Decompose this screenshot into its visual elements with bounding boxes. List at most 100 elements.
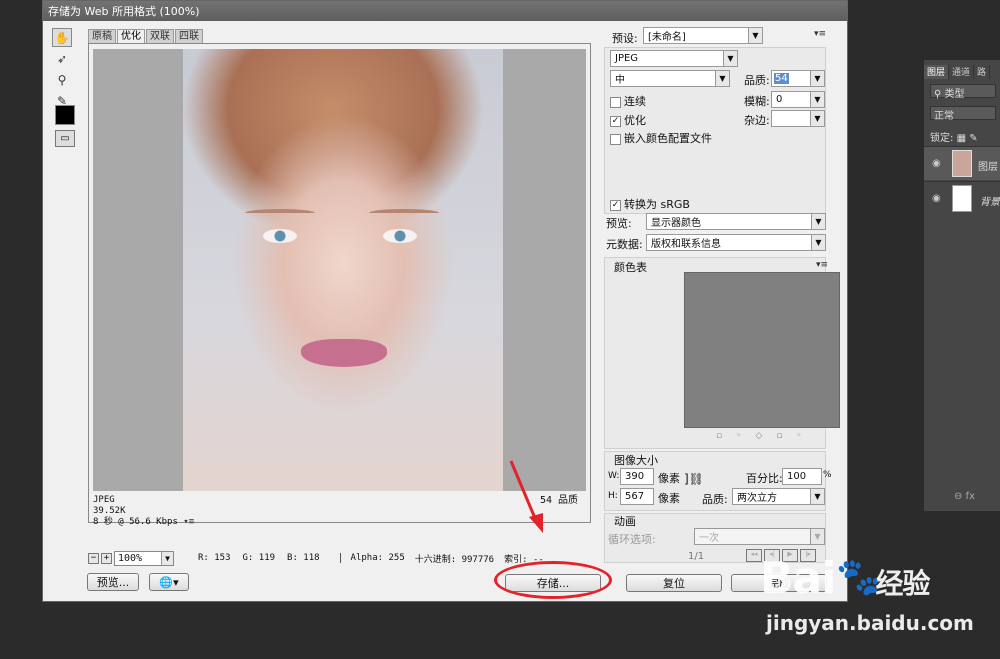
chevron-down-icon: ▼ [810, 71, 824, 86]
metadata-select[interactable]: 版权和联系信息 ▼ [646, 234, 826, 251]
progressive-checkbox[interactable]: 连续 [610, 93, 646, 109]
tab-2up[interactable]: 双联 [146, 29, 174, 43]
alpha-value: Alpha: 255 [339, 553, 405, 563]
baidu-paw-icon: 🐾 [836, 557, 881, 598]
chevron-down-icon: ▼ [161, 551, 173, 565]
quality-level-select[interactable]: 中 ▼ [610, 70, 730, 87]
quality-label: 品质: [744, 74, 770, 87]
left-eyebrow [245, 209, 315, 217]
hex-value: 十六进制: 997776 [414, 554, 495, 565]
layer-thumbnail [952, 150, 972, 177]
tab-channels[interactable]: 通道 [949, 65, 975, 79]
preview-canvas[interactable] [93, 49, 586, 491]
percent-sign: % [823, 470, 832, 480]
save-highlight-circle [494, 561, 612, 599]
layer-thumbnail [952, 185, 972, 212]
frame-counter: 1/1 [688, 551, 705, 562]
eye-icon[interactable]: ◉ [932, 193, 941, 204]
optimized-checkbox[interactable]: ✓ 优化 [610, 112, 646, 128]
width-unit: 像素 [658, 472, 680, 485]
blend-mode-select[interactable]: 正常 [930, 106, 996, 122]
portrait-photo [183, 49, 503, 491]
tab-paths[interactable]: 路 [974, 65, 991, 79]
browser-icon: 🌐▾ [159, 575, 179, 589]
zoom-tool-icon[interactable]: ⚲ [52, 70, 72, 89]
hand-tool-icon[interactable]: ✋ [52, 28, 72, 47]
red-value: R: 153 [198, 553, 231, 563]
height-input[interactable]: 567 [620, 488, 654, 505]
percent-input[interactable]: 100 [782, 468, 822, 485]
percent-label: 百分比: [746, 472, 783, 485]
preview-label: 预览: [606, 217, 632, 230]
format-select[interactable]: JPEG ▼ [610, 50, 738, 67]
reset-button[interactable]: 复位 [626, 574, 722, 592]
layers-panel-tabs: 图层 通道 路 [924, 65, 991, 79]
zoom-in-button[interactable]: + [101, 552, 112, 564]
tab-layers[interactable]: 图层 [924, 65, 950, 79]
eye-icon[interactable]: ◉ [932, 158, 941, 169]
preview-button[interactable]: 预览... [87, 573, 139, 591]
matte-label: 杂边: [744, 114, 770, 127]
zoom-out-button[interactable]: − [88, 552, 99, 564]
save-for-web-dialog: 存储为 Web 所用格式 (100%) ✋ ➶ ⚲ ✎ ▭ 原稿 优化 双联 四… [42, 0, 848, 602]
chevron-down-icon: ▼ [810, 489, 824, 504]
resample-label: 品质: [702, 493, 728, 506]
layer-footer-icons[interactable]: ⊖ fx [954, 491, 975, 502]
toggle-slices-visibility-icon[interactable]: ▭ [55, 130, 75, 147]
layer-filter-select[interactable]: ⚲ 类型 [930, 84, 996, 100]
lips [301, 339, 387, 367]
eyedropper-color-swatch[interactable] [55, 105, 75, 125]
preset-select[interactable]: [未命名] ▼ [643, 27, 763, 44]
resample-select[interactable]: 两次立方 ▼ [732, 488, 825, 505]
right-eye [383, 229, 417, 243]
blue-value: B: 118 [287, 553, 320, 563]
link-chain-icon[interactable]: ]⛓ [684, 472, 704, 486]
tab-original[interactable]: 原稿 [88, 29, 116, 43]
slice-select-tool-icon[interactable]: ➶ [52, 49, 72, 68]
convert-srgb-checkbox[interactable]: ✓ 转换为 sRGB [610, 196, 690, 212]
preview-color-select[interactable]: 显示器颜色 ▼ [646, 213, 826, 230]
layer-row-1[interactable]: ◉ 图层 [924, 146, 1000, 180]
color-table-menu-icon[interactable]: ▾≡ [816, 260, 828, 270]
tab-optimized[interactable]: 优化 [117, 29, 145, 43]
checkmark-icon: ✓ [610, 115, 621, 127]
chevron-down-icon: ▼ [723, 51, 737, 66]
chevron-down-icon: ▼ [811, 235, 825, 250]
color-table-tools-icon[interactable]: ▫◦◇▫◦ [716, 431, 836, 441]
matte-select[interactable]: ▼ [771, 110, 825, 127]
width-label: W: [608, 471, 620, 481]
chevron-down-icon: ▼ [810, 529, 824, 544]
chevron-down-icon: ▼ [715, 71, 729, 86]
color-table-title: 颜色表 [614, 261, 647, 274]
image-size-title: 图像大小 [614, 454, 658, 467]
chevron-down-icon: ▼ [748, 28, 762, 43]
preset-label: 预设: [612, 32, 638, 45]
tool-column: ✋ ➶ ⚲ ✎ [52, 28, 74, 112]
embed-profile-checkbox[interactable]: 嵌入颜色配置文件 [610, 130, 712, 146]
height-unit: 像素 [658, 492, 680, 505]
tab-4up[interactable]: 四联 [175, 29, 203, 43]
blur-input[interactable]: 0 ▼ [771, 91, 825, 108]
width-input[interactable]: 390 [620, 468, 654, 485]
status-bar: − + 100% ▼ R: 153 G: 119 B: 118 Alpha: 25… [88, 550, 591, 566]
preview-area: JPEG 39.52K 8 秒 @ 56.6 Kbps ▾≡ 54 品质 [88, 43, 591, 527]
lock-icons[interactable]: ▦ ✎ [957, 133, 978, 144]
layers-panel: 图层 通道 路 ⚲ 类型 正常 锁定: ▦ ✎ ◉ 图层 ◉ 背景 ⊖ fx [924, 60, 1000, 511]
loop-label: 循环选项: [608, 533, 656, 546]
color-table-swatches [684, 272, 840, 428]
blur-label: 模糊: [744, 95, 770, 108]
loop-select[interactable]: 一次 ▼ [694, 528, 825, 545]
green-value: G: 119 [242, 553, 276, 563]
baidu-watermark-url: jingyan.baidu.com [766, 611, 974, 635]
dialog-title: 存储为 Web 所用格式 (100%) [43, 1, 847, 21]
layer-row-2[interactable]: ◉ 背景 [924, 181, 1000, 215]
checkbox-icon [610, 133, 621, 145]
optimize-menu-icon[interactable]: ▾≡ [814, 29, 826, 39]
checkmark-icon: ✓ [610, 199, 621, 211]
browser-preview-button[interactable]: 🌐▾ [149, 573, 189, 591]
quality-input[interactable]: 54 ▼ [771, 70, 825, 87]
lock-row: 锁定: ▦ ✎ [930, 133, 978, 144]
layer-2-name: 背景 [980, 197, 1000, 208]
speed-menu-icon[interactable]: ▾≡ [183, 517, 194, 527]
zoom-select[interactable]: 100% ▼ [114, 550, 174, 566]
